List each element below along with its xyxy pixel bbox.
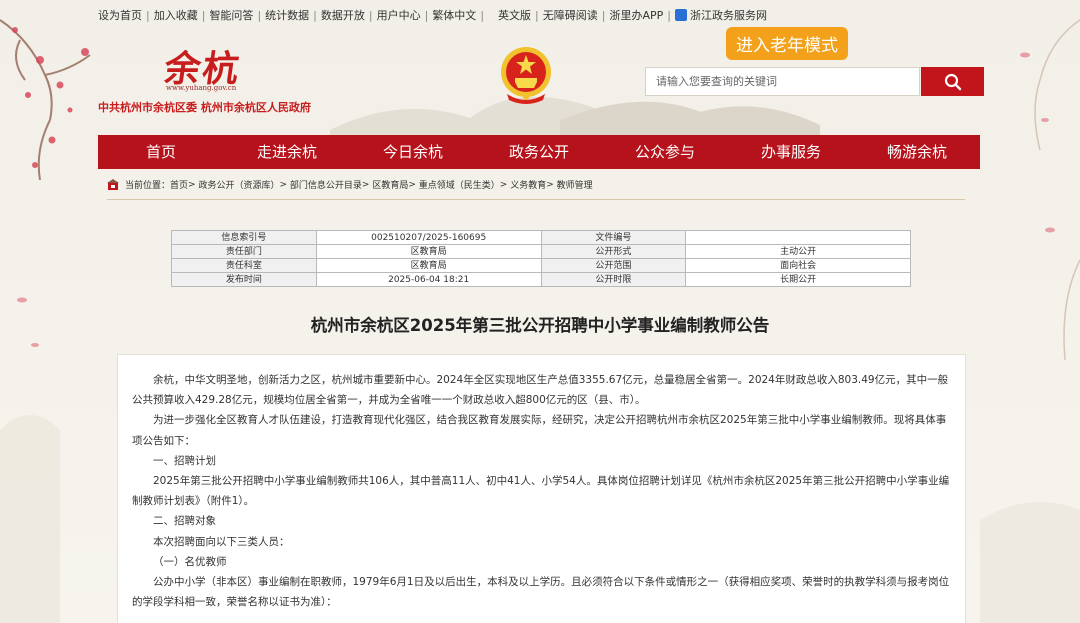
nav-item-tourism[interactable]: 畅游余杭 [854,135,980,169]
meta-value [685,230,911,245]
main-nav: 首页 走进余杭 今日余杭 政务公开 公众参与 办事服务 畅游余杭 [98,135,980,169]
breadcrumb-item-teacher-mgmt[interactable]: 教师管理 [557,178,593,191]
zheliban-link[interactable]: 浙里办APP [609,7,663,23]
national-emblem-icon [501,47,551,104]
table-row: 责任部门 区教育局 公开形式 主动公开 [171,244,911,259]
english-link[interactable]: 英文版 [498,7,531,23]
meta-value: 区教育局 [315,244,542,259]
breadcrumb-prefix: 当前位置： [125,181,171,191]
traditional-chinese-link[interactable]: 繁体中文 [432,7,476,23]
meta-key: 责任部门 [171,244,317,259]
article-paragraph: 二、招聘对象 [153,515,216,528]
zj-service-link[interactable]: 浙江政务服务网 [690,7,767,23]
nav-item-about[interactable]: 走进余杭 [224,135,350,169]
search-button[interactable] [921,67,984,96]
location-icon [107,178,119,190]
logo-url: www.yuhang.gov.cn [166,84,237,92]
top-links: 设为首页 | 加入收藏 | 智能问答 | 统计数据 | 数据开放 | 用户中心 | 繁体中文… [98,7,767,23]
smart-qa-link[interactable]: 智能问答 [209,7,253,23]
meta-value: 长期公开 [685,272,911,287]
table-row: 责任科室 区教育局 公开范围 面向社会 [171,258,911,273]
nav-item-services[interactable]: 办事服务 [728,135,854,169]
zj-service-icon [674,9,687,21]
meta-key: 文件编号 [540,230,687,245]
breadcrumb-divider [107,199,965,200]
breadcrumb-item-catalog[interactable]: 部门信息公开目录 [290,178,362,191]
meta-key: 公开形式 [540,244,687,259]
nav-item-gov-open[interactable]: 政务公开 [476,135,602,169]
stats-link[interactable]: 统计数据 [265,7,309,23]
meta-value: 2025-06-04 18:21 [315,272,542,287]
nav-item-today[interactable]: 今日余杭 [350,135,476,169]
meta-key: 公开时限 [540,272,687,287]
breadcrumb-item-compulsory-edu[interactable]: 义务教育 [510,178,546,191]
meta-key: 公开范围 [540,258,687,273]
breadcrumb-item-home[interactable]: 首页 [170,178,188,191]
breadcrumb-item-gov-open[interactable]: 政务公开（资源库） [198,178,279,191]
set-home-link[interactable]: 设为首页 [98,7,142,23]
meta-value: 002510207/2025-160695 [315,230,542,245]
open-data-link[interactable]: 数据开放 [321,7,365,23]
info-meta-table: 信息索引号 002510207/2025-160695 文件编号 责任部门 区教… [171,230,911,287]
meta-key: 责任科室 [171,258,317,273]
breadcrumb: 当前位置： 首页 > 政务公开（资源库） > 部门信息公开目录 > 区教育局 > 重点领… [107,178,593,191]
meta-value: 面向社会 [685,258,911,273]
meta-key: 信息索引号 [171,230,317,245]
article-paragraph: 本次招聘面向以下三类人员： [153,535,290,548]
meta-key: 发布时间 [171,272,317,287]
article-paragraph: 余杭，中华文明圣地，创新活力之区，杭州城市重要新中心。2024年全区实现地区生产… [132,374,949,407]
article-title: 杭州市余杭区2025年第三批公开招聘中小学事业编制教师公告 [310,316,770,335]
article-paragraph: 为进一步强化全区教育人才队伍建设，打造教育现代化强区，结合我区教育发展实际，经研… [132,414,947,447]
search-icon [944,73,961,90]
table-row: 发布时间 2025-06-04 18:21 公开时限 长期公开 [171,272,911,287]
nav-item-participation[interactable]: 公众参与 [602,135,728,169]
article-paragraph: 一、招聘计划 [153,454,216,467]
article-paragraph: 公办中小学（非本区）事业编制在职教师，1979年6月1日及以后出生，本科及以上学… [132,576,950,609]
meta-value: 区教育局 [315,258,542,273]
article-body: 余杭，中华文明圣地，创新活力之区，杭州城市重要新中心。2024年全区实现地区生产… [117,354,966,623]
article-paragraph: 2025年第三批公开招聘中小学事业编制教师共106人，其中普高11人、初中41人… [132,475,950,508]
user-center-link[interactable]: 用户中心 [377,7,421,23]
breadcrumb-item-edu-bureau[interactable]: 区教育局 [372,178,408,191]
breadcrumb-item-key-area[interactable]: 重点领域（民生类） [419,178,500,191]
search-input[interactable] [645,67,920,96]
article-paragraph: （一）名优教师 [153,555,227,568]
accessible-link[interactable]: 无障碍阅读 [543,7,598,23]
table-row: 信息索引号 002510207/2025-160695 文件编号 [171,230,911,245]
logo-subtitle: 中共杭州市余杭区委 杭州市余杭区人民政府 [98,101,311,114]
add-favorite-link[interactable]: 加入收藏 [154,7,198,23]
nav-item-home[interactable]: 首页 [98,135,224,169]
elder-mode-button[interactable]: 进入老年模式 [726,27,848,60]
meta-value: 主动公开 [685,244,911,259]
